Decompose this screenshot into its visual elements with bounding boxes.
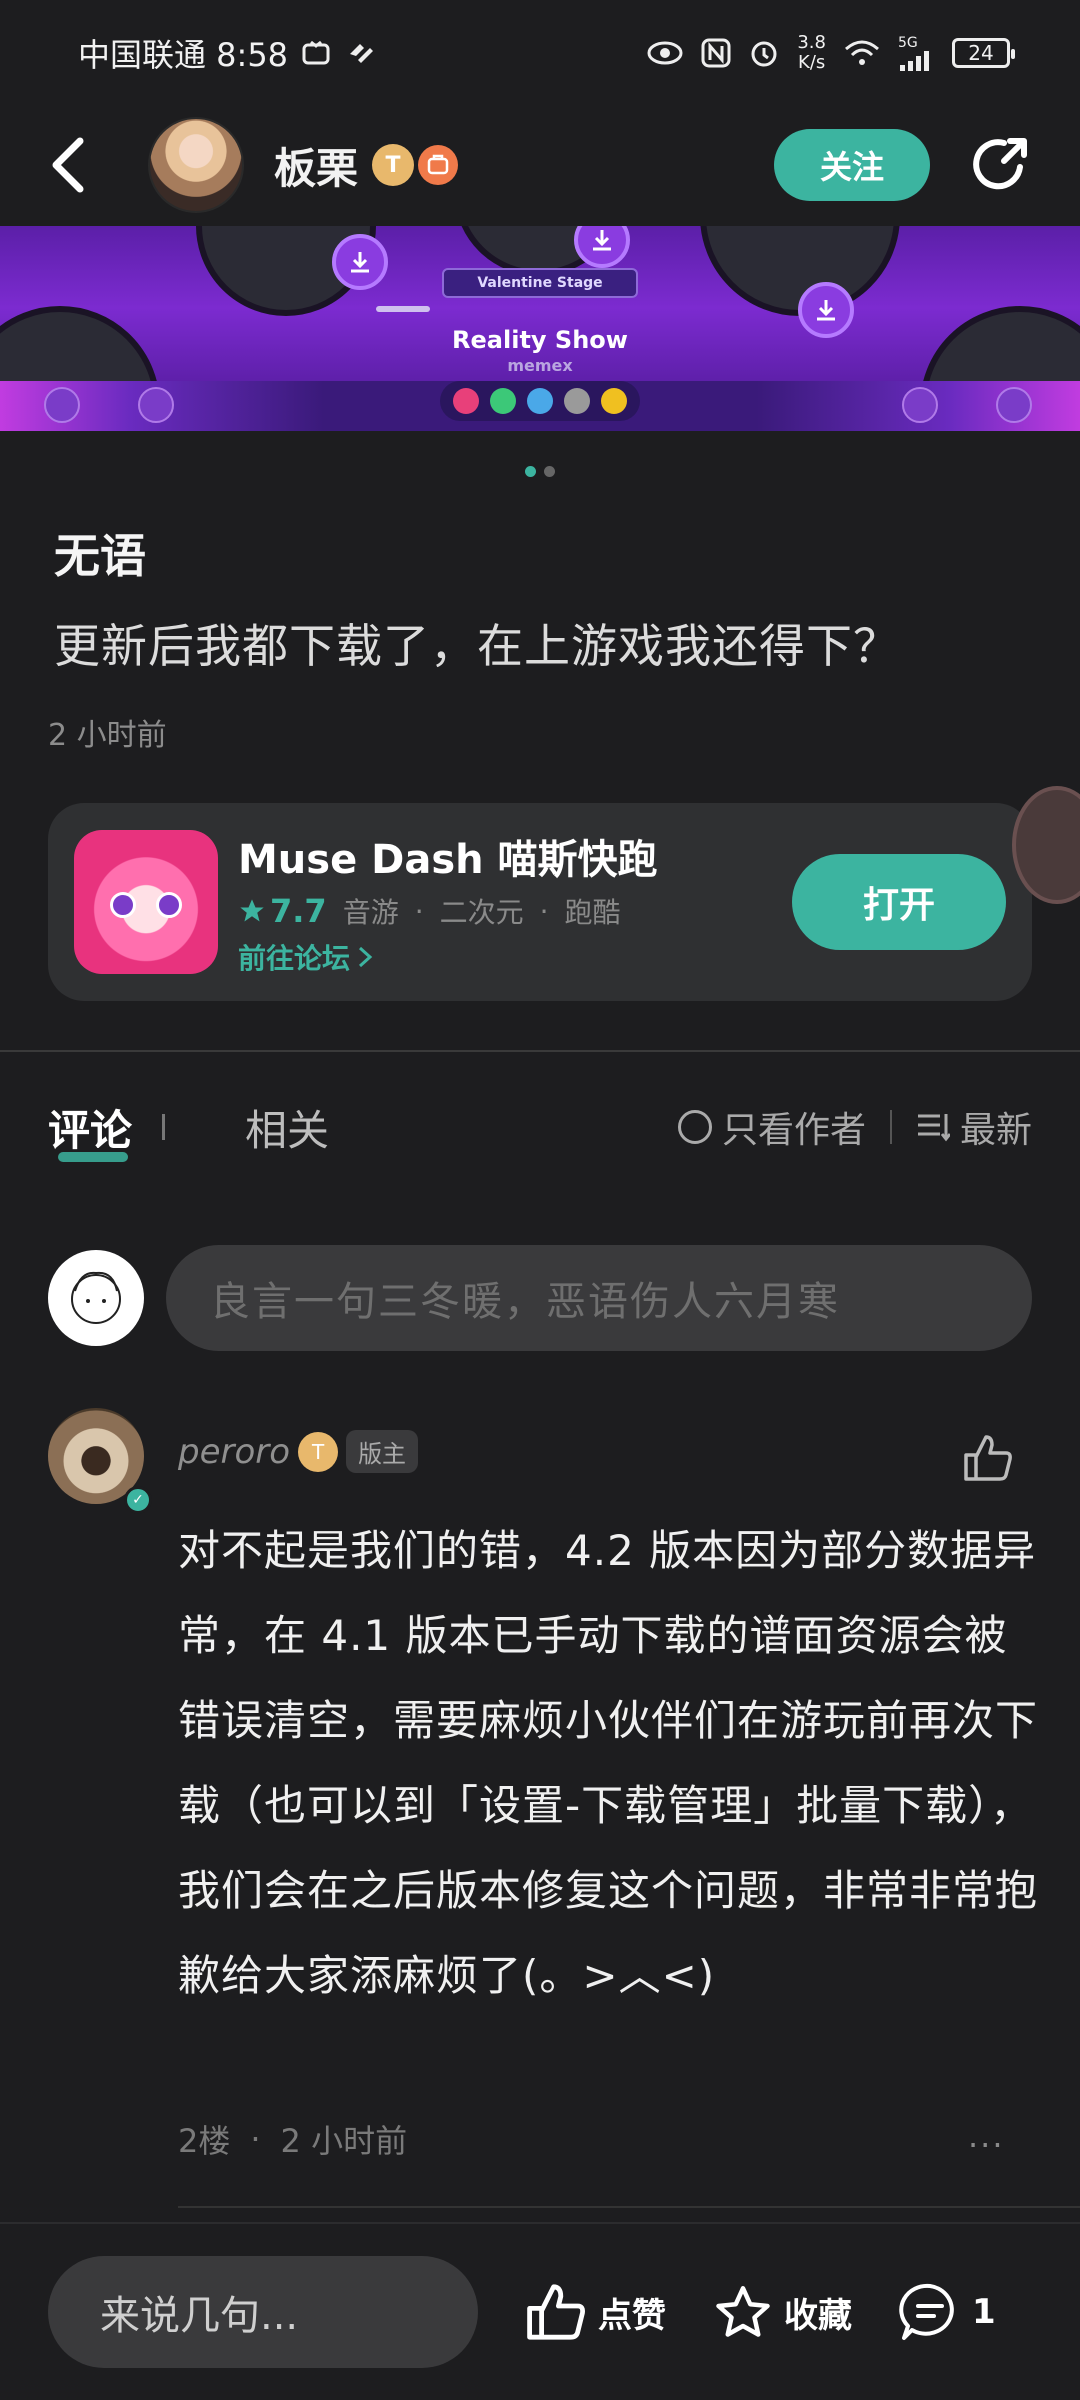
sort-button[interactable]: 最新 [916, 1101, 1032, 1153]
open-game-button[interactable]: 打开 [792, 854, 1006, 950]
tab-separator [162, 1114, 166, 1140]
share-button[interactable] [968, 133, 1032, 197]
comment-count-button[interactable]: 1 [898, 2282, 996, 2342]
banner-scroll-indicator [376, 306, 430, 312]
heart-gem-icon [453, 388, 480, 414]
wifi-icon [844, 39, 880, 67]
difficulty-gems [440, 381, 640, 421]
author-username[interactable]: 板栗 [274, 135, 358, 196]
my-avatar[interactable] [48, 1250, 144, 1346]
game-card[interactable]: Muse Dash 喵斯快跑 7.7 音游 · 二次元 · 跑酷 前往论坛 打开 [48, 803, 1032, 1001]
game-tag: 音游 [342, 896, 399, 929]
notification-heart-icon [346, 40, 376, 66]
gold-heart-icon [600, 388, 627, 414]
signal-icon: 5G [898, 35, 934, 71]
comment-timestamp: 2 小时前 [280, 2122, 408, 2160]
trophy-icon [996, 387, 1032, 423]
song-artist: memex [507, 356, 573, 375]
game-icon [74, 830, 218, 974]
sort-icon [917, 1114, 950, 1142]
post-title: 无语 [54, 529, 146, 583]
battery-indicator: 24 [952, 37, 1015, 68]
more-options-button[interactable]: ··· [968, 2126, 1005, 2164]
like-button[interactable]: 点赞 [524, 2282, 666, 2342]
filter-separator [889, 1110, 892, 1144]
thumbs-up-icon [964, 1435, 1012, 1481]
comment-input[interactable]: 良言一句三冬暖，恶语伤人六月寒 [166, 1245, 1032, 1351]
share-icon [973, 138, 1027, 190]
radio-icon [677, 1110, 712, 1144]
comment-tabs: 评论 相关 只看作者 最新 [0, 1082, 1080, 1172]
blue-star-icon [526, 388, 553, 414]
forum-link[interactable]: 前往论坛 [238, 937, 658, 977]
status-bar: 中国联通 8:58 3.8 K/s 5G 24 [0, 0, 1080, 105]
song-title: Reality Show [452, 326, 628, 354]
comment-like-button[interactable] [960, 1430, 1016, 1486]
level-badge: T [372, 144, 415, 186]
status-carrier-time: 中国联通 8:58 [78, 35, 289, 74]
comment-bubble-icon [899, 2283, 954, 2340]
verified-icon: ✓ [124, 1486, 152, 1514]
follow-button[interactable]: 关注 [774, 129, 930, 201]
comment-floor: 2楼 [178, 2122, 231, 2160]
notification-tv-icon [302, 40, 332, 66]
tab-related[interactable]: 相关 [245, 1097, 329, 1158]
bottom-action-bar: 来说几句... 点赞 收藏 1 [0, 2222, 1080, 2400]
comment-divider [178, 2206, 1080, 2208]
star-icon [902, 387, 938, 423]
tab-comments[interactable]: 评论 [48, 1097, 132, 1162]
comment-body: 对不起是我们的错，4.2 版本因为部分数据异常，在 4.1 版本已手动下载的谱面… [178, 1526, 1039, 2000]
star-outline-icon [716, 2286, 770, 2337]
commenter-level-badge: T [298, 1431, 339, 1472]
download-icon [332, 234, 388, 290]
leaf-icon [138, 387, 174, 423]
green-star-icon [490, 388, 517, 414]
author-avatar[interactable] [148, 117, 244, 213]
creator-badge-icon [418, 145, 459, 185]
thumbs-up-icon [527, 2284, 585, 2340]
favorite-button[interactable]: 收藏 [712, 2282, 852, 2342]
game-tag: 二次元 [439, 896, 524, 929]
commenter-name[interactable]: peroro [178, 1432, 290, 1472]
reply-input[interactable]: 来说几句... [48, 2256, 478, 2368]
chevron-right-icon [359, 946, 373, 968]
carousel-dot-active [525, 466, 536, 477]
star-icon [240, 899, 264, 922]
author-only-toggle[interactable]: 只看作者 [677, 1101, 866, 1153]
game-tag: 跑酷 [564, 896, 621, 929]
section-divider [0, 1050, 1080, 1052]
carousel-dot [544, 466, 555, 477]
alarm-icon [749, 38, 779, 68]
game-rating: 7.7 [238, 892, 327, 930]
chevron-left-icon [52, 137, 84, 193]
game-name: Muse Dash 喵斯快跑 [238, 837, 658, 883]
carousel-dots [0, 466, 1080, 477]
top-nav-bar: 板栗 T 关注 [0, 105, 1080, 225]
eye-icon [647, 41, 683, 65]
nfc-icon [701, 38, 731, 68]
game-screenshot-banner[interactable]: Valentine Stage Reality Show memex [0, 226, 1080, 431]
lock-icon [563, 388, 590, 414]
post-timestamp: 2 小时前 [48, 718, 167, 753]
post-body: 更新后我都下载了，在上游戏我还得下？ [54, 619, 900, 673]
network-speed: 3.8 K/s [797, 31, 826, 73]
back-button[interactable] [48, 135, 108, 195]
profile-icon [44, 387, 80, 423]
stage-label: Valentine Stage [442, 268, 638, 298]
moderator-badge: 版主 [346, 1430, 419, 1473]
